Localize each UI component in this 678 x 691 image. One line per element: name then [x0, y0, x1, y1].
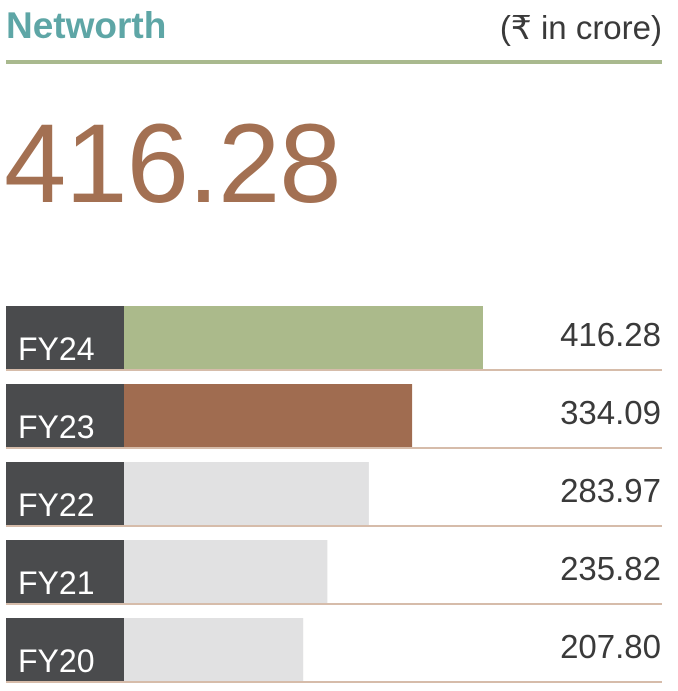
- category-label-fy23: FY23: [18, 409, 94, 445]
- bar-fy20: [124, 618, 304, 681]
- bar-fy23: [124, 384, 413, 447]
- category-label-fy22: FY22: [18, 487, 94, 523]
- value-label-fy21: 235.82: [560, 550, 661, 587]
- category-label-fy20: FY20: [18, 643, 94, 679]
- networth-bar-chart: FY24 416.28 FY23 334.09 FY22 283.97 FY21 235.82…: [6, 306, 662, 683]
- bar-fy24: [124, 306, 483, 369]
- category-label-fy21: FY21: [18, 565, 94, 601]
- bar-fy22: [124, 462, 369, 525]
- value-label-fy23: 334.09: [560, 394, 661, 431]
- value-label-fy24: 416.28: [560, 316, 661, 353]
- value-label-fy20: 207.80: [560, 628, 661, 665]
- bar-fy21: [124, 540, 328, 603]
- value-label-fy22: 283.97: [560, 472, 661, 509]
- category-label-fy24: FY24: [18, 331, 94, 367]
